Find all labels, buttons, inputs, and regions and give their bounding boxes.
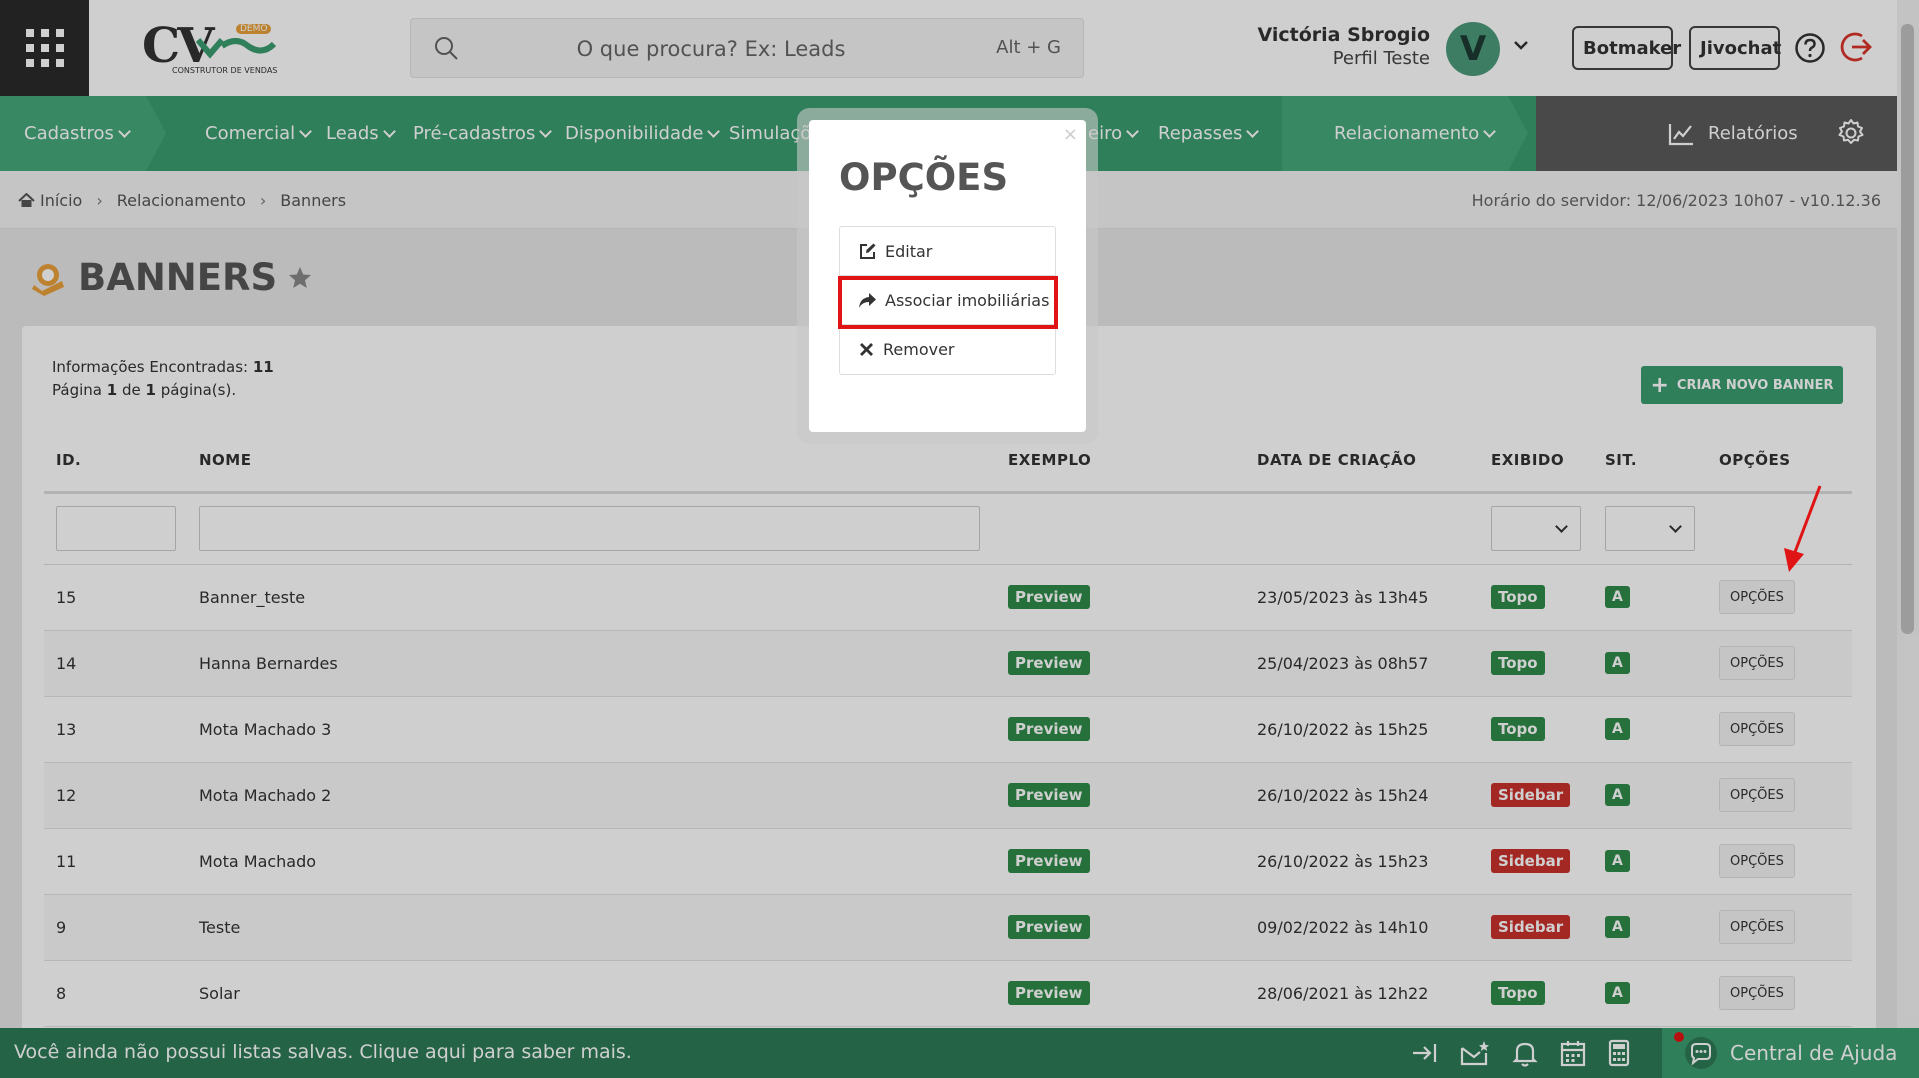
highlight-box (838, 276, 1058, 329)
option-remover[interactable]: Remover (840, 325, 1055, 374)
red-arrow-annotation (1784, 485, 1822, 572)
edit-icon (860, 243, 876, 259)
option-label: Remover (883, 340, 955, 359)
close-icon[interactable]: × (1063, 124, 1078, 145)
modal-title: OPÇÕES (839, 156, 1009, 199)
option-editar[interactable]: Editar (840, 227, 1055, 276)
close-x-icon (860, 343, 873, 356)
option-label: Editar (885, 241, 933, 261)
